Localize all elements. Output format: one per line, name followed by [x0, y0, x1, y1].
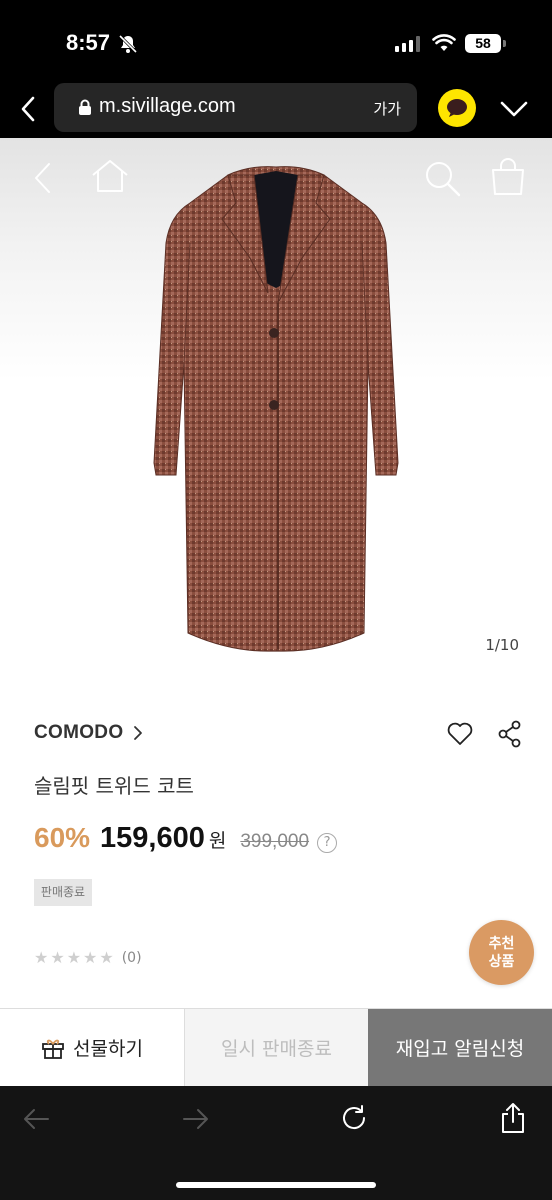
share-upload-icon[interactable]: [498, 1102, 528, 1134]
product-image[interactable]: 1/10: [0, 138, 552, 678]
text-size-button[interactable]: 가가: [373, 98, 401, 119]
image-counter: 1/10: [485, 636, 519, 654]
lock-icon: [79, 99, 91, 115]
back-arrow-icon[interactable]: [22, 1106, 50, 1132]
status-badge: 판매종료: [34, 879, 92, 906]
status-time: 8:57: [66, 30, 111, 55]
recommend-label-2: 상품: [488, 953, 515, 970]
brand-link[interactable]: COMODO: [34, 722, 143, 744]
back-chevron-icon[interactable]: [14, 94, 44, 124]
url-field[interactable]: m.sivillage.com 가가: [54, 83, 417, 132]
price-row: 60% 159,600 원 399,000 ?: [34, 822, 338, 855]
cellular-signal-icon: [395, 36, 420, 52]
heart-icon[interactable]: [446, 721, 474, 747]
action-bar: 선물하기 일시 판매종료 재입고 알림신청: [0, 1008, 552, 1086]
review-count: (0): [121, 949, 142, 966]
back-arrow-icon[interactable]: [32, 162, 54, 194]
star-icon: ★: [99, 948, 114, 967]
original-price: 399,000: [240, 831, 310, 852]
battery-icon: 58: [465, 34, 501, 53]
product-name: 슬림핏 트위드 코트: [34, 774, 194, 798]
gift-icon: [42, 1039, 64, 1059]
gift-label: 선물하기: [73, 1038, 143, 1060]
battery-tip: [503, 40, 506, 47]
soldout-button: 일시 판매종료: [185, 1009, 368, 1086]
recommend-label-1: 추천: [488, 935, 515, 952]
browser-bar: m.sivillage.com 가가: [0, 80, 552, 138]
star-icon: ★: [66, 948, 82, 967]
sale-price: 159,600: [100, 822, 205, 854]
chevron-down-icon[interactable]: [498, 96, 530, 122]
gift-button[interactable]: 선물하기: [0, 1009, 185, 1086]
url-text: m.sivillage.com: [99, 95, 236, 117]
brand-name: COMODO: [34, 722, 124, 743]
restock-alert-button[interactable]: 재입고 알림신청: [368, 1009, 552, 1086]
coat-image: [153, 166, 399, 652]
price-help-icon[interactable]: ?: [317, 833, 338, 853]
rating-row[interactable]: ★ ★ ★ ★ ★ (0): [34, 948, 142, 967]
share-icon[interactable]: [497, 719, 523, 749]
browser-toolbar: [0, 1086, 552, 1200]
star-icon: ★: [34, 948, 49, 967]
shopping-bag-icon[interactable]: [490, 158, 526, 196]
kakao-talk-icon: [447, 99, 467, 117]
discount-rate: 60%: [34, 822, 91, 853]
wifi-icon: [432, 34, 456, 51]
search-icon[interactable]: [424, 160, 462, 198]
star-icon: ★: [50, 948, 65, 967]
recommend-products-button[interactable]: 추천 상품: [469, 920, 534, 985]
star-icon: ★: [83, 948, 98, 967]
chevron-right-icon: [134, 726, 143, 740]
reload-icon[interactable]: [340, 1104, 368, 1132]
status-bar: 8:57 58: [0, 0, 552, 80]
forward-arrow-icon[interactable]: [182, 1106, 210, 1132]
currency: 원: [208, 830, 227, 852]
home-indicator: [176, 1182, 376, 1188]
home-icon[interactable]: [90, 158, 130, 194]
kakao-talk-button[interactable]: [438, 89, 476, 127]
bell-slash-icon: [118, 34, 138, 54]
